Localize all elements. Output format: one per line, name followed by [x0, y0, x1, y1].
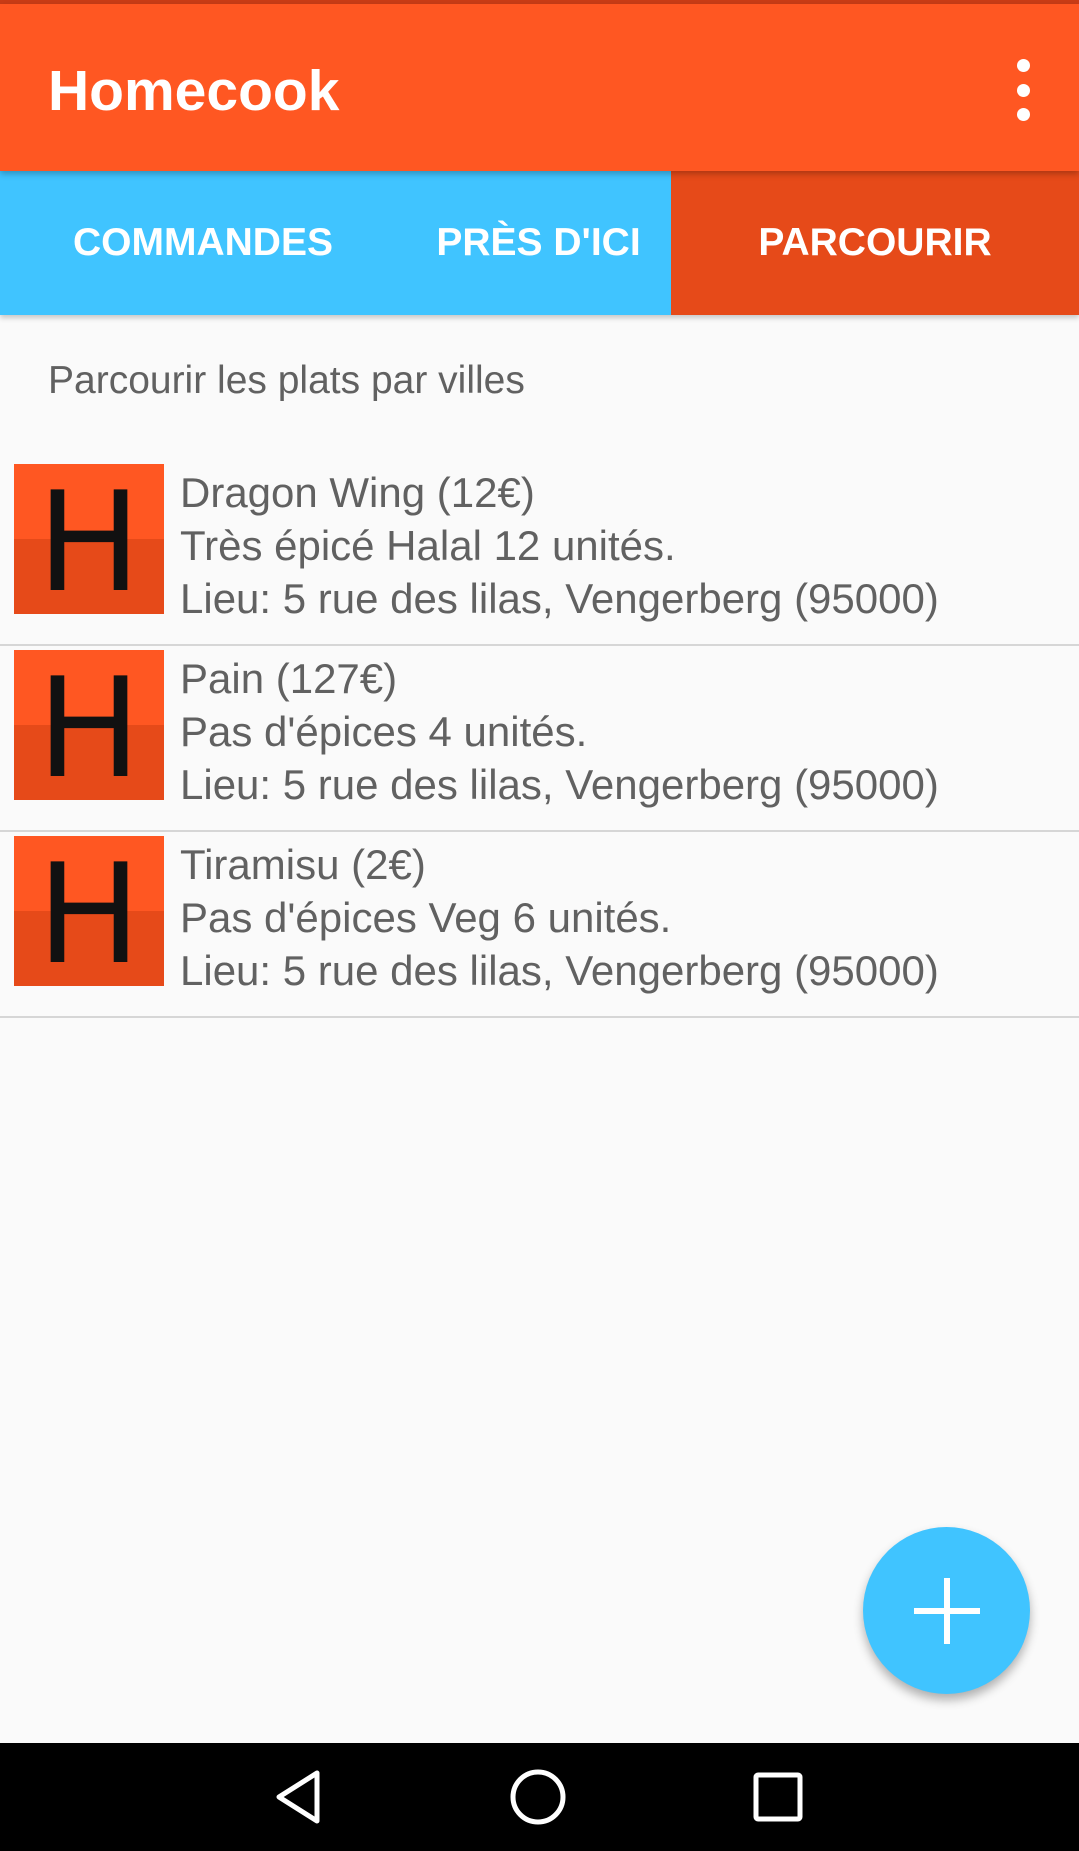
back-button[interactable]	[265, 1763, 333, 1831]
system-nav-bar	[0, 1743, 1079, 1851]
add-button[interactable]	[863, 1527, 1030, 1694]
dish-title: Pain (127€)	[180, 655, 398, 702]
dish-location: Lieu: 5 rue des lilas, Vengerberg (95000…	[180, 761, 939, 808]
thumbnail-letter: H	[37, 462, 141, 623]
dish-location: Lieu: 5 rue des lilas, Vengerberg (95000…	[180, 575, 939, 622]
dish-details: Pas d'épices 4 unités.	[180, 708, 588, 755]
dish-text: Dragon Wing (12€) Très épicé Halal 12 un…	[180, 466, 939, 625]
tab-parcourir[interactable]: PARCOURIR	[671, 171, 1079, 315]
plus-icon	[913, 1577, 980, 1644]
dish-details: Très épicé Halal 12 unités.	[180, 522, 676, 569]
dish-title: Dragon Wing (12€)	[180, 469, 535, 516]
overflow-menu-icon[interactable]	[1005, 59, 1041, 121]
home-button[interactable]	[504, 1763, 572, 1831]
list-item[interactable]: H Tiramisu (2€) Pas d'épices Veg 6 unité…	[0, 832, 1079, 1018]
app-title: Homecook	[48, 59, 340, 123]
recents-icon	[753, 1772, 803, 1822]
thumbnail-letter: H	[37, 834, 141, 995]
dish-thumbnail: H	[14, 462, 164, 623]
overflow-dot	[1016, 59, 1030, 72]
dish-title: Tiramisu (2€)	[180, 841, 426, 888]
dish-text: Pain (127€) Pas d'épices 4 unités. Lieu:…	[180, 652, 939, 811]
tab-pres-d-ici[interactable]: PRÈS D'ICI	[406, 171, 671, 315]
home-icon	[510, 1769, 566, 1825]
tab-bar: COMMANDES PRÈS D'ICI PARCOURIR	[0, 171, 1079, 315]
tab-label: PRÈS D'ICI	[436, 221, 641, 264]
dish-thumbnail: H	[14, 648, 164, 809]
dish-text: Tiramisu (2€) Pas d'épices Veg 6 unités.…	[180, 838, 939, 997]
dish-list: H Dragon Wing (12€) Très épicé Halal 12 …	[0, 460, 1079, 1018]
overflow-dot	[1016, 83, 1030, 97]
dish-details: Pas d'épices Veg 6 unités.	[180, 894, 672, 941]
dish-location: Lieu: 5 rue des lilas, Vengerberg (95000…	[180, 947, 939, 994]
recents-button[interactable]	[744, 1763, 812, 1831]
tab-label: COMMANDES	[73, 221, 333, 264]
list-item[interactable]: H Pain (127€) Pas d'épices 4 unités. Lie…	[0, 646, 1079, 832]
tab-label: PARCOURIR	[758, 221, 992, 264]
section-subtitle: Parcourir les plats par villes	[48, 359, 525, 402]
app-screen: Homecook COMMANDES PRÈS D'ICI PARCOURIR …	[0, 0, 1079, 1851]
tab-commandes[interactable]: COMMANDES	[0, 171, 406, 315]
app-bar: Homecook	[0, 4, 1079, 171]
thumbnail-letter: H	[37, 648, 141, 809]
list-item[interactable]: H Dragon Wing (12€) Très épicé Halal 12 …	[0, 460, 1079, 646]
back-icon	[276, 1770, 320, 1824]
dish-thumbnail: H	[14, 834, 164, 995]
overflow-dot	[1016, 108, 1030, 121]
